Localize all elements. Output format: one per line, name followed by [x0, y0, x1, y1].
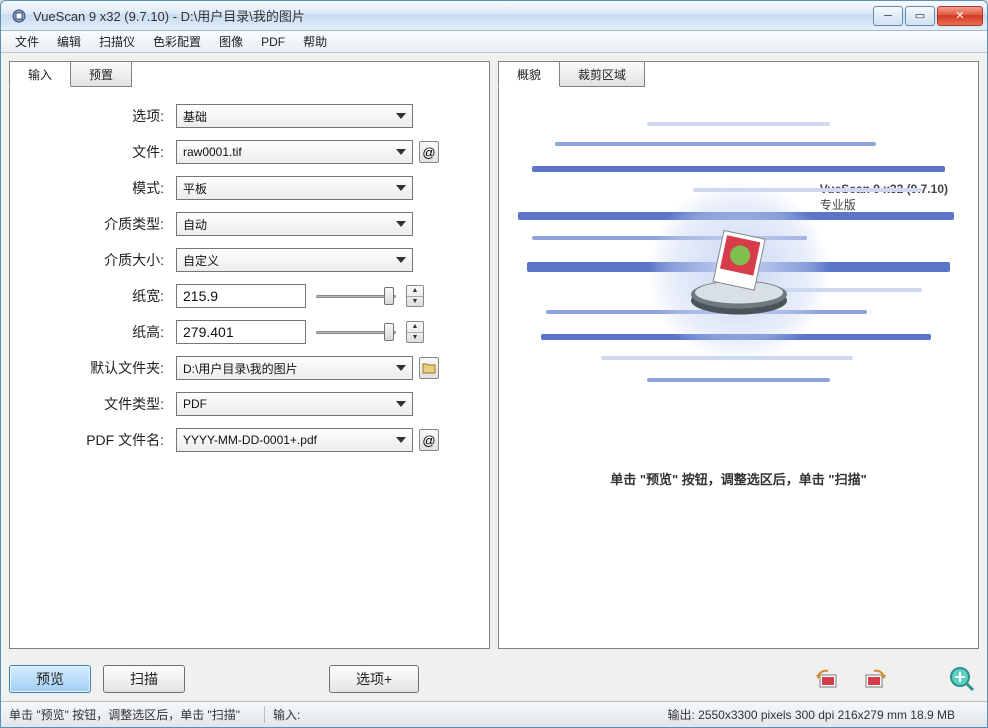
- menu-color[interactable]: 色彩配置: [145, 31, 209, 52]
- pdf-name-at-button[interactable]: @: [419, 429, 439, 451]
- app-icon: [11, 8, 27, 24]
- chevron-down-icon: [396, 221, 406, 227]
- rotate-right-icon: [860, 667, 888, 691]
- label-paper-width: 纸宽:: [20, 286, 170, 306]
- left-tabs: 输入 预置: [9, 61, 131, 87]
- paper-width-input[interactable]: 215.9: [176, 284, 306, 308]
- maximize-button[interactable]: ▭: [905, 6, 935, 26]
- browse-folder-button[interactable]: [419, 357, 439, 379]
- decorative-stripes: [509, 102, 968, 442]
- button-bar: 预览 扫描 选项+: [1, 657, 987, 701]
- chevron-down-icon: [396, 257, 406, 263]
- rotate-left-button[interactable]: [811, 665, 845, 693]
- file-type-select[interactable]: PDF: [176, 392, 413, 416]
- menu-image[interactable]: 图像: [211, 31, 251, 52]
- menu-help[interactable]: 帮助: [295, 31, 335, 52]
- scan-button[interactable]: 扫描: [103, 665, 185, 693]
- media-type-select[interactable]: 自动: [176, 212, 413, 236]
- preview-button[interactable]: 预览: [9, 665, 91, 693]
- options-select[interactable]: 基础: [176, 104, 413, 128]
- preview-area: VueScan 9 x32 (9.7.10) 专业版: [499, 62, 978, 648]
- label-pdf-name: PDF 文件名:: [20, 430, 170, 450]
- client-area: 输入 预置 选项: 基础 文件: raw0001.tif @ 模式: 平板: [1, 53, 987, 657]
- paper-height-slider[interactable]: [316, 321, 396, 343]
- menu-edit[interactable]: 编辑: [49, 31, 89, 52]
- app-window: VueScan 9 x32 (9.7.10) - D:\用户目录\我的图片 ─ …: [0, 0, 988, 728]
- paper-height-input[interactable]: 279.401: [176, 320, 306, 344]
- label-mode: 模式:: [20, 178, 170, 198]
- titlebar[interactable]: VueScan 9 x32 (9.7.10) - D:\用户目录\我的图片 ─ …: [1, 1, 987, 31]
- preview-hint: 单击 "预览" 按钮，调整选区后，单击 "扫描": [499, 469, 978, 488]
- status-left: 单击 "预览" 按钮，调整选区后，单击 "扫描": [9, 706, 264, 723]
- rotate-left-icon: [814, 667, 842, 691]
- file-at-button[interactable]: @: [419, 141, 439, 163]
- pdf-name-select[interactable]: YYYY-MM-DD-0001+.pdf: [176, 428, 413, 452]
- chevron-down-icon: [396, 185, 406, 191]
- folder-icon: [422, 362, 436, 374]
- mode-select[interactable]: 平板: [176, 176, 413, 200]
- menu-file[interactable]: 文件: [7, 31, 47, 52]
- label-media-type: 介质类型:: [20, 214, 170, 234]
- chevron-down-icon: [396, 437, 406, 443]
- default-folder-select[interactable]: D:\用户目录\我的图片: [176, 356, 413, 380]
- label-default-folder: 默认文件夹:: [20, 358, 170, 378]
- window-title: VueScan 9 x32 (9.7.10) - D:\用户目录\我的图片: [33, 6, 873, 25]
- zoom-in-button[interactable]: [945, 665, 979, 693]
- label-media-size: 介质大小:: [20, 250, 170, 270]
- scanner-illustration-icon: [684, 221, 794, 324]
- close-button[interactable]: ✕: [937, 6, 983, 26]
- menu-scanner[interactable]: 扫描仪: [91, 31, 143, 52]
- tab-overview[interactable]: 概貌: [498, 61, 560, 87]
- rotate-right-button[interactable]: [857, 665, 891, 693]
- paper-width-spinner[interactable]: ▲▼: [406, 285, 424, 307]
- window-controls: ─ ▭ ✕: [873, 6, 983, 26]
- paper-height-spinner[interactable]: ▲▼: [406, 321, 424, 343]
- chevron-down-icon: [396, 365, 406, 371]
- menubar: 文件 编辑 扫描仪 色彩配置 图像 PDF 帮助: [1, 31, 987, 53]
- file-select[interactable]: raw0001.tif: [176, 140, 413, 164]
- form-area: 选项: 基础 文件: raw0001.tif @ 模式: 平板 介质类型: 自动: [10, 62, 489, 468]
- chevron-down-icon: [396, 401, 406, 407]
- minimize-button[interactable]: ─: [873, 6, 903, 26]
- media-size-select[interactable]: 自定义: [176, 248, 413, 272]
- tab-preset[interactable]: 预置: [70, 61, 132, 87]
- label-file-type: 文件类型:: [20, 394, 170, 414]
- menu-pdf[interactable]: PDF: [253, 33, 293, 51]
- tab-input[interactable]: 输入: [9, 61, 71, 87]
- status-bar: 单击 "预览" 按钮，调整选区后，单击 "扫描" 输入: 输出: 2550x33…: [1, 701, 987, 727]
- status-mid-label: 输入:: [264, 706, 324, 723]
- zoom-in-icon: [949, 666, 975, 692]
- paper-width-slider[interactable]: [316, 285, 396, 307]
- options-more-button[interactable]: 选项+: [329, 665, 419, 693]
- right-panel: 概貌 裁剪区域 VueScan 9 x32 (9.7.10) 专业版: [498, 61, 979, 649]
- chevron-down-icon: [396, 113, 406, 119]
- status-right: 输出: 2550x3300 pixels 300 dpi 216x279 mm …: [667, 706, 979, 723]
- label-file: 文件:: [20, 142, 170, 162]
- left-panel: 输入 预置 选项: 基础 文件: raw0001.tif @ 模式: 平板: [9, 61, 490, 649]
- chevron-down-icon: [396, 149, 406, 155]
- label-options: 选项:: [20, 106, 170, 126]
- label-paper-height: 纸高:: [20, 322, 170, 342]
